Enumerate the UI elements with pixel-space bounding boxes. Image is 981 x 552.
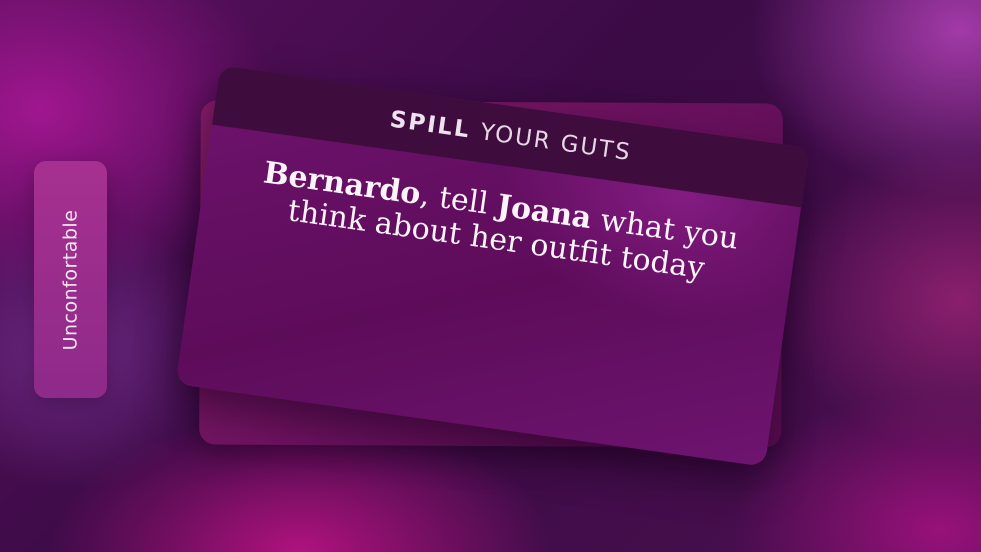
card-category-strong: SPILL [388,106,473,144]
category-filter-label: Unconfortable [59,209,82,350]
card-category-light: YOUR GUTS [478,119,634,167]
category-filter-tab[interactable]: Unconfortable [34,161,107,398]
